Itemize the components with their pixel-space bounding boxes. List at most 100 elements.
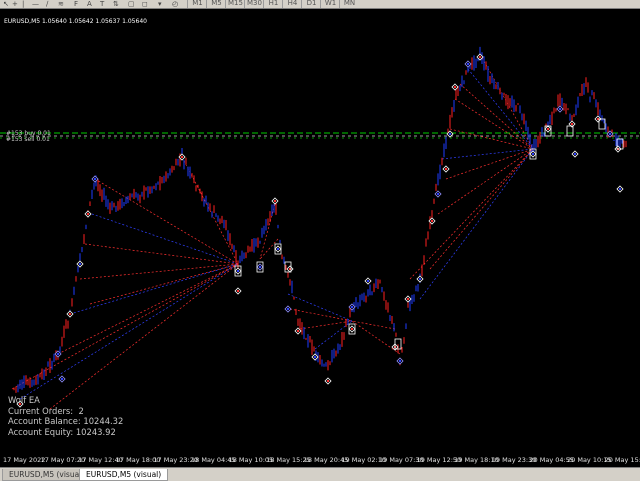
- order-fan-line: [94, 178, 239, 265]
- order-fan-line: [449, 128, 534, 150]
- symbol-info: EURUSD,M5 1.05640 1.05642 1.05637 1.0564…: [4, 18, 147, 25]
- balance-value: 10244.32: [83, 416, 124, 427]
- order-fan-line: [289, 308, 353, 322]
- order-marker-dot: [445, 168, 447, 170]
- chart-tab[interactable]: EURUSD,M5 (visual): [2, 469, 92, 481]
- order-marker-dot: [277, 248, 279, 250]
- order-marker-dot: [547, 128, 549, 130]
- order-label-sell: #153 sell 0.01: [6, 136, 50, 143]
- order-fan-line: [454, 98, 534, 150]
- order-marker-dot: [437, 193, 439, 195]
- trendline-icon[interactable]: ∕: [46, 0, 48, 8]
- order-fan-line: [19, 263, 239, 400]
- horizontal-line-icon[interactable]: —: [32, 0, 39, 8]
- price-chart[interactable]: EURUSD,M5 1.05640 1.05642 1.05637 1.0564…: [0, 9, 640, 467]
- time-axis-label: 20 May 15:35: [604, 456, 640, 464]
- timeframe-m5[interactable]: M5: [206, 0, 226, 8]
- order-marker-dot: [57, 353, 59, 355]
- orders-row: Current Orders: 2: [8, 405, 84, 416]
- order-marker-dot: [297, 330, 299, 332]
- order-box: [566, 125, 574, 137]
- order-marker-dot: [449, 133, 451, 135]
- crosshair-icon[interactable]: +: [12, 0, 18, 8]
- timeframe-w1[interactable]: W1: [320, 0, 340, 8]
- equity-row: Account Equity: 10243.92: [8, 426, 116, 437]
- equity-label: Account Equity: [8, 426, 71, 437]
- order-fan-line: [57, 263, 239, 355]
- order-fan-line: [409, 148, 534, 280]
- time-axis: 17 May 2022 17 May 07:20 17 May 12:40 17 Ma…: [0, 455, 640, 467]
- order-marker-dot: [571, 123, 573, 125]
- order-marker-dot: [532, 153, 534, 155]
- order-marker-dot: [69, 313, 71, 315]
- ea-title: Wolf EA: [8, 395, 40, 405]
- order-marker-dot: [559, 108, 561, 110]
- order-marker-dot: [407, 298, 409, 300]
- order-fan-line: [49, 263, 239, 410]
- timeframe-h4[interactable]: H4: [282, 0, 302, 8]
- zoom-icon[interactable]: ◻: [142, 0, 148, 8]
- chart-tabs: EURUSD,M5 (visual) EURUSD,M5 (visual): [0, 467, 640, 481]
- order-fan-line: [79, 263, 239, 280]
- order-fan-line: [299, 320, 353, 330]
- order-fan-line: [287, 293, 353, 322]
- order-marker-dot: [61, 378, 63, 380]
- balance-label: Account Balance: [8, 416, 78, 427]
- timeframe-mn[interactable]: MN: [339, 0, 359, 8]
- order-marker-dot: [574, 153, 576, 155]
- order-marker-dot: [479, 56, 481, 58]
- equity-value: 10243.92: [75, 426, 116, 437]
- order-marker-dot: [259, 266, 261, 268]
- order-marker-dot: [399, 360, 401, 362]
- timeframe-d1[interactable]: D1: [301, 0, 321, 8]
- order-marker-dot: [87, 213, 89, 215]
- order-marker-dot: [79, 263, 81, 265]
- text-tool-icon[interactable]: A: [87, 0, 92, 8]
- order-fan-line: [89, 263, 239, 305]
- balance-row: Account Balance: 10244.32: [8, 416, 124, 427]
- order-marker-dot: [274, 200, 276, 202]
- order-marker-dot: [609, 133, 611, 135]
- timeframe-h1[interactable]: H1: [263, 0, 283, 8]
- order-marker-dot: [327, 380, 329, 382]
- timeframe-m1[interactable]: M1: [187, 0, 207, 8]
- pointer-arrow-icon[interactable]: ↖: [3, 0, 9, 8]
- timeframe-m15[interactable]: M15: [225, 0, 245, 8]
- more-tools-icon[interactable]: ▾: [158, 0, 162, 8]
- order-marker-dot: [237, 290, 239, 292]
- chart-tab-active[interactable]: EURUSD,M5 (visual): [79, 469, 169, 481]
- label-tool-icon[interactable]: T: [100, 0, 104, 8]
- order-marker-dot: [351, 306, 353, 308]
- order-marker-dot: [287, 308, 289, 310]
- orders-value: 2: [78, 405, 84, 416]
- order-fan-line: [69, 263, 239, 315]
- order-fan-line: [351, 320, 396, 330]
- order-marker-dot: [367, 280, 369, 282]
- order-marker-dot: [619, 188, 621, 190]
- channel-icon[interactable]: ≋: [58, 0, 64, 8]
- arrows-tool-icon[interactable]: ⇅: [113, 0, 119, 8]
- order-marker-dot: [351, 328, 353, 330]
- order-marker-dot: [94, 178, 96, 180]
- vertical-line-icon[interactable]: |: [22, 0, 24, 8]
- order-marker-dot: [467, 63, 469, 65]
- toolbar: ↖ + | — ∕ ≋ F A T ⇅ ▢ ◻ ▾ ◴ M1 M5 M15 M30 H1…: [0, 0, 640, 9]
- order-marker-dot: [419, 278, 421, 280]
- order-fan-line: [419, 148, 534, 300]
- order-fan-line: [445, 148, 534, 180]
- order-marker-dot: [454, 86, 456, 88]
- order-fan-line: [84, 243, 239, 265]
- shapes-tool-icon[interactable]: ▢: [128, 0, 135, 8]
- order-marker-dot: [237, 270, 239, 272]
- periods-icon[interactable]: ◴: [172, 0, 178, 8]
- order-fan-line: [467, 68, 534, 150]
- ea-info-panel: Wolf EA Current Orders: 2 Account Balanc…: [8, 395, 123, 437]
- orders-label: Current Orders: [8, 405, 71, 416]
- order-marker-dot: [431, 220, 433, 222]
- timeframe-m30[interactable]: M30: [244, 0, 264, 8]
- fibonacci-icon[interactable]: F: [74, 0, 78, 8]
- order-marker-dot: [314, 356, 316, 358]
- time-axis-label: 17 May 2022: [3, 456, 46, 464]
- order-fan-line: [351, 320, 401, 355]
- order-marker-dot: [181, 156, 183, 158]
